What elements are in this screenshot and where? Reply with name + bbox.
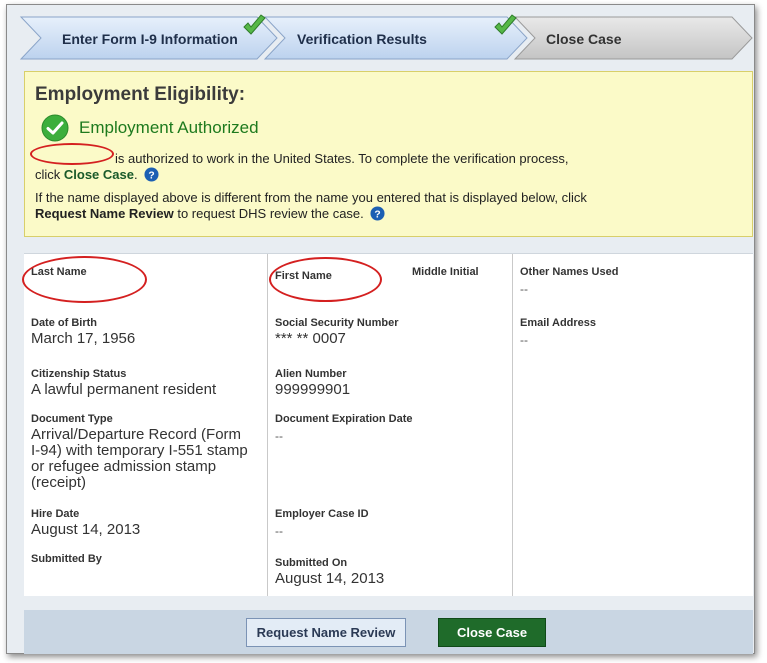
other-names-label: Other Names Used	[520, 266, 619, 278]
document-type-value-line-1: Arrival/Departure Record (Form	[31, 426, 242, 443]
first-name-callout-oval	[269, 257, 382, 302]
alien-number-label: Alien Number	[275, 368, 347, 380]
hire-date-value: August 14, 2013	[31, 521, 141, 538]
citizenship-label: Citizenship Status	[31, 368, 127, 380]
document-type-label: Document Type	[31, 413, 113, 425]
authorization-status: Employment Authorized	[79, 118, 259, 137]
authorized-message: is authorized to work in the United Stat…	[35, 151, 735, 166]
question-circle-icon[interactable]: ?	[370, 206, 385, 221]
document-type-field: Document Type Arrival/Departure Record (…	[31, 413, 248, 491]
hire-date-label: Hire Date	[31, 508, 80, 520]
citizenship-value: A lawful permanent resident	[31, 381, 217, 398]
submitted-by-field: Submitted By	[31, 553, 102, 565]
email-label: Email Address	[520, 317, 597, 329]
name-difference-text: If the name displayed above is different…	[35, 190, 587, 205]
case-window: Enter Form I-9 Information Verification …	[6, 4, 755, 654]
alien-number-field: Alien Number 999999901	[275, 368, 350, 398]
submitted-on-label: Submitted On	[275, 557, 348, 569]
step-1-checkmark-icon	[243, 14, 266, 35]
employer-case-field: Employer Case ID --	[275, 508, 369, 538]
submitted-on-value: August 14, 2013	[275, 570, 385, 587]
name-callout-oval	[30, 143, 114, 165]
request-review-suffix: to request DHS review the case.	[173, 206, 364, 221]
dob-field: Date of Birth March 17, 1956	[31, 317, 135, 347]
details-column-2: First Name Middle Initial Social Securit…	[268, 254, 513, 596]
citizenship-field: Citizenship Status A lawful permanent re…	[31, 368, 216, 398]
click-prefix: click	[35, 167, 64, 182]
request-review-instruction: Request Name Review to request DHS revie…	[35, 206, 385, 221]
step-2-label[interactable]: Verification Results	[297, 31, 427, 47]
submitted-on-field: Submitted On August 14, 2013	[275, 557, 384, 587]
document-type-value-line-2: I-94) with temporary I-551 stamp	[31, 442, 248, 459]
middle-initial-label: Middle Initial	[412, 266, 479, 278]
authorized-message-text: is authorized to work in the United Stat…	[115, 151, 569, 166]
request-review-link-text[interactable]: Request Name Review	[35, 206, 174, 221]
progress-steps: Enter Form I-9 Information Verification …	[19, 13, 754, 63]
action-bar: Request Name Review Close Case	[24, 610, 753, 654]
alien-number-value: 999999901	[275, 381, 351, 398]
eligibility-heading: Employment Eligibility:	[35, 84, 246, 105]
question-circle-icon[interactable]: ?	[144, 167, 159, 182]
document-type-value-line-4: (receipt)	[31, 474, 87, 491]
step-2-checkmark-icon	[494, 14, 517, 35]
dob-value: March 17, 1956	[31, 330, 136, 347]
employer-case-label: Employer Case ID	[275, 508, 369, 520]
document-type-value-line-3: or refugee admission stamp	[31, 458, 217, 475]
employer-case-value: --	[275, 524, 283, 538]
email-field: Email Address --	[520, 317, 596, 347]
submitted-by-label: Submitted By	[31, 553, 102, 565]
details-column-3: Other Names Used -- Email Address --	[513, 254, 753, 596]
ssn-field: Social Security Number *** ** 0007	[275, 317, 399, 347]
check-circle-icon	[41, 114, 69, 142]
close-case-button[interactable]: Close Case	[438, 618, 546, 647]
hire-date-field: Hire Date August 14, 2013	[31, 508, 140, 538]
svg-text:?: ?	[375, 209, 381, 220]
document-expiration-label: Document Expiration Date	[275, 413, 413, 425]
eligibility-panel: Employment Eligibility: Employment Autho…	[24, 71, 753, 237]
ssn-value: *** ** 0007	[275, 330, 346, 347]
document-expiration-value: --	[275, 429, 283, 443]
last-name-callout-oval	[22, 256, 147, 303]
dob-label: Date of Birth	[31, 317, 97, 329]
step-1-label[interactable]: Enter Form I-9 Information	[62, 31, 238, 47]
other-names-field: Other Names Used --	[520, 266, 618, 296]
document-expiration-field: Document Expiration Date --	[275, 413, 413, 443]
email-value: --	[520, 333, 528, 347]
case-details: Last Name Date of Birth March 17, 1956 C…	[22, 253, 753, 596]
other-names-value: --	[520, 282, 528, 296]
close-case-link[interactable]: Close Case	[64, 167, 134, 182]
close-case-suffix: .	[133, 167, 138, 182]
svg-text:?: ?	[149, 170, 155, 181]
step-3-label: Close Case	[546, 31, 622, 47]
close-case-instruction: click Close Case. ?	[35, 167, 159, 182]
request-name-review-button[interactable]: Request Name Review	[246, 618, 406, 647]
ssn-label: Social Security Number	[275, 317, 399, 329]
details-column-1: Last Name Date of Birth March 17, 1956 C…	[24, 254, 268, 596]
